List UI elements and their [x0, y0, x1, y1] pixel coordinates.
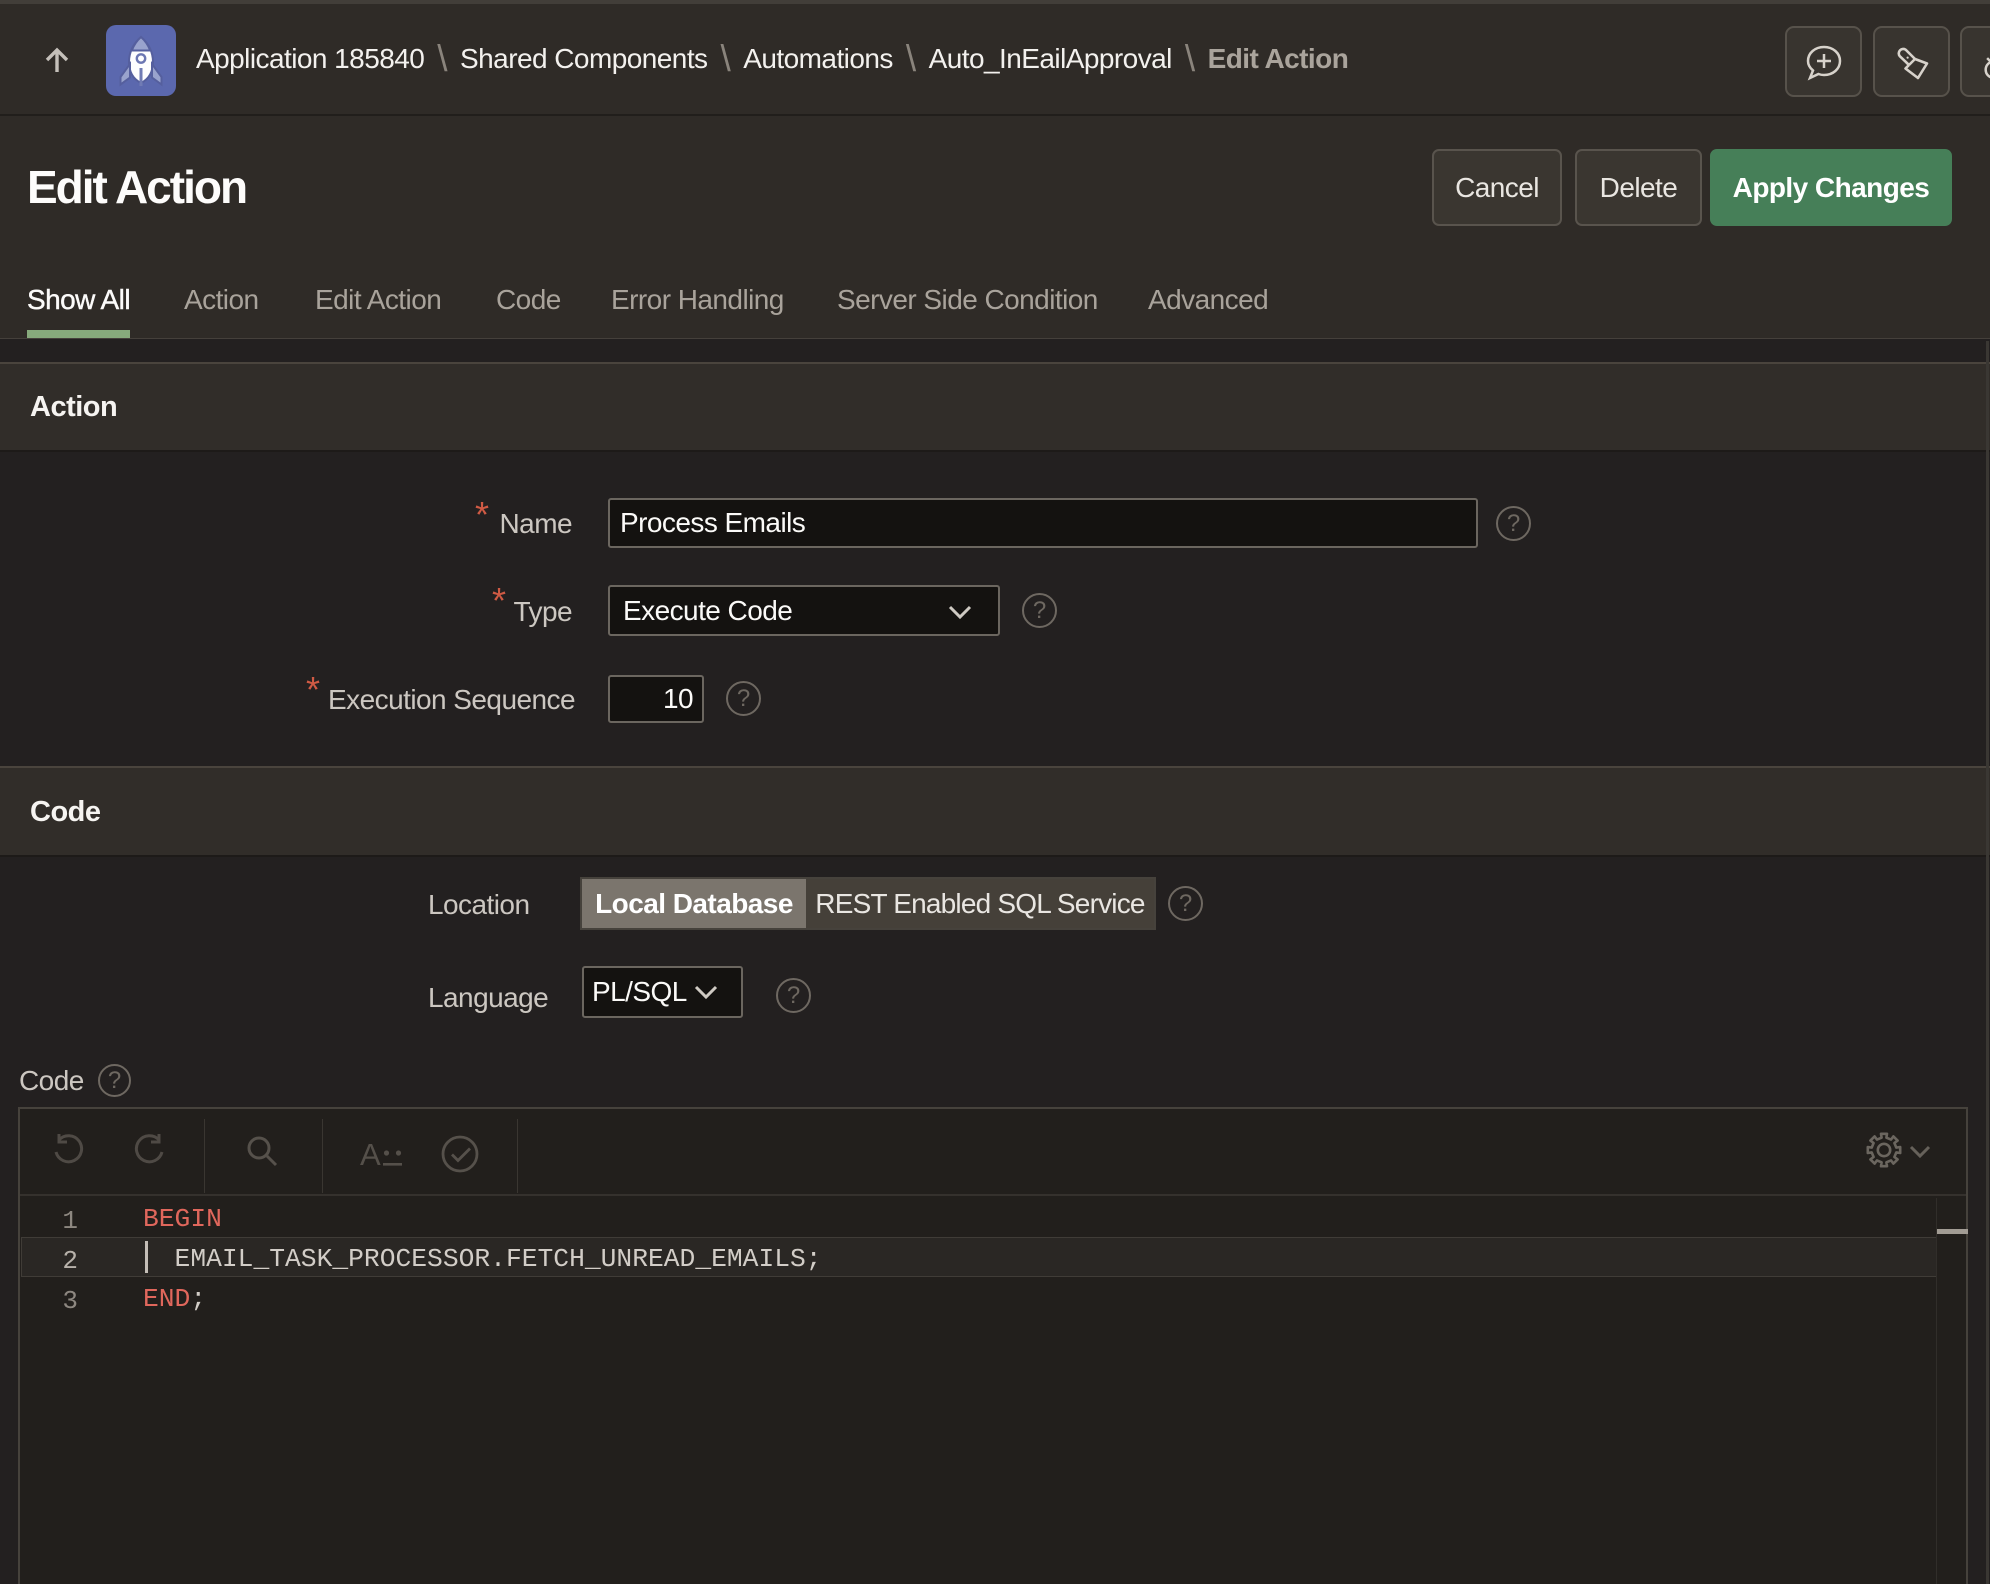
svg-text:A: A	[360, 1137, 381, 1172]
